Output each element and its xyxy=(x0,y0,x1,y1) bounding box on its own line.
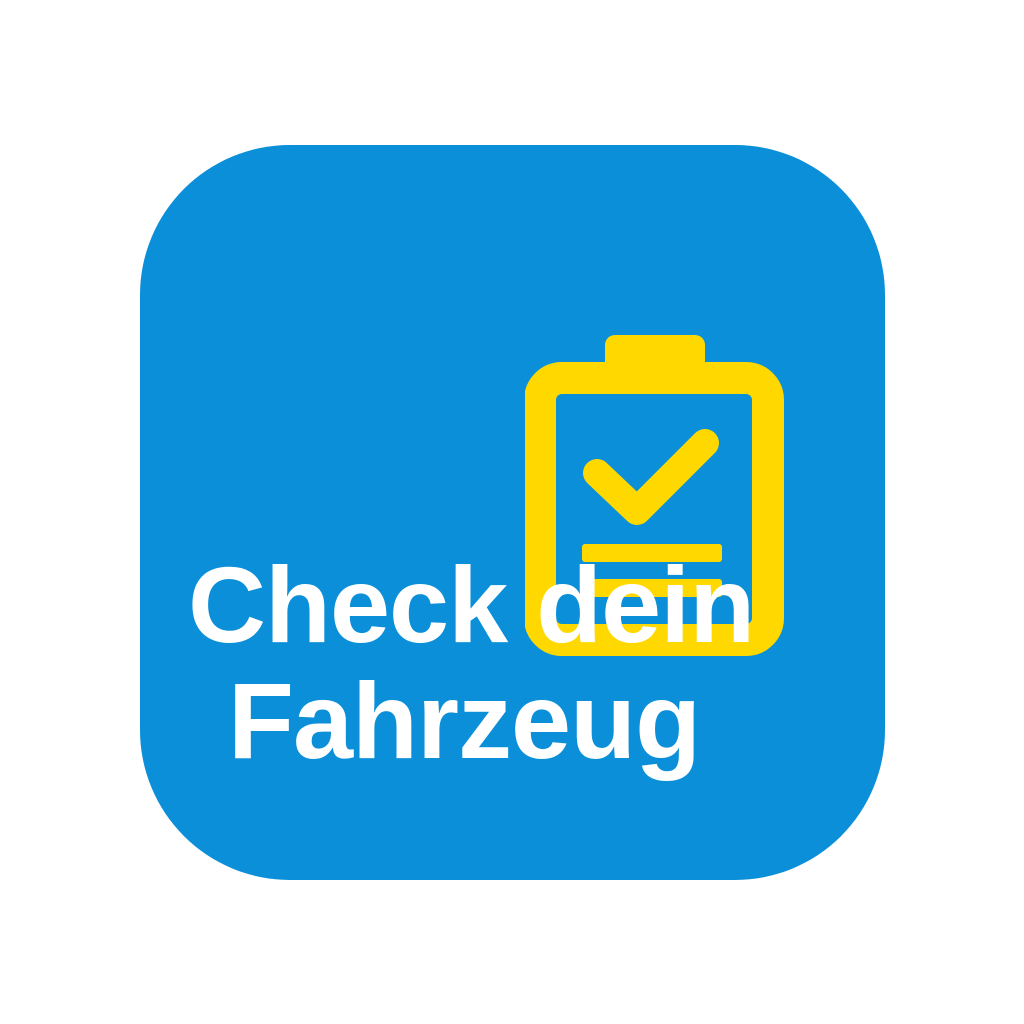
canvas: Check dein Fahrzeug xyxy=(0,0,1024,1024)
title-line-2: Fahrzeug xyxy=(228,660,701,781)
title-line-1: Check dein xyxy=(188,544,755,665)
app-title: Check dein Fahrzeug xyxy=(0,550,1024,776)
